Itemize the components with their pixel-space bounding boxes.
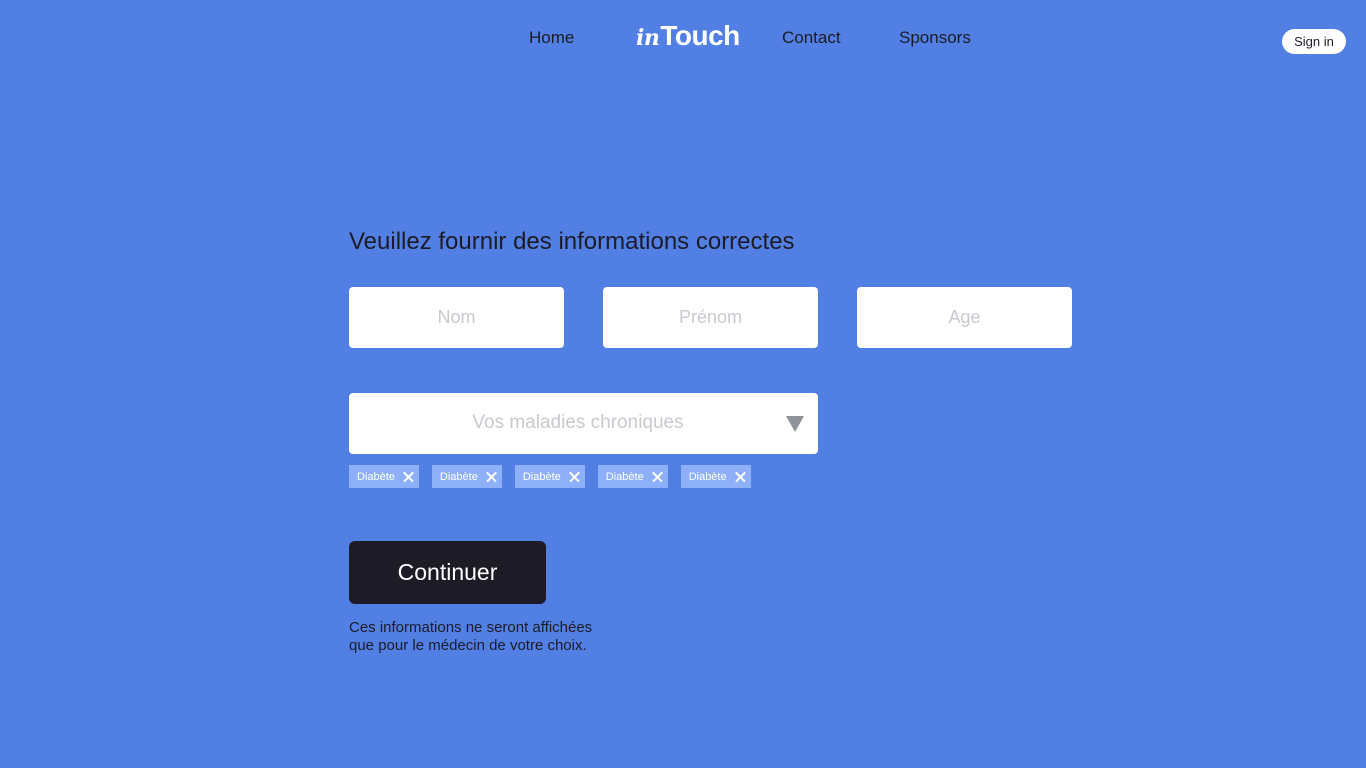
close-icon[interactable] xyxy=(403,471,414,482)
dropdown-arrow-icon[interactable] xyxy=(786,416,804,432)
close-icon[interactable] xyxy=(735,471,746,482)
top-navigation: Home inTouch Contact Sponsors Sign in xyxy=(0,0,1366,80)
nav-sponsors-link[interactable]: Sponsors xyxy=(899,28,971,48)
select-placeholder: Vos maladies chroniques xyxy=(472,412,684,433)
disease-tag-label: Diabète xyxy=(357,470,395,483)
disease-tag-label: Diabète xyxy=(522,470,561,483)
logo-main: Touch xyxy=(660,20,740,51)
disease-tag-label: Diabète xyxy=(605,470,644,483)
privacy-note-line-1: Ces informations ne seront affichées xyxy=(349,619,593,636)
nav-home-link[interactable]: Home xyxy=(529,28,574,48)
disease-tag: Diabète xyxy=(597,465,668,488)
continue-button[interactable]: Continuer xyxy=(349,541,546,604)
disease-tag: Diabète xyxy=(680,465,751,488)
close-icon[interactable] xyxy=(486,471,497,482)
nom-input[interactable] xyxy=(349,287,564,348)
form-title: Veuillez fournir des informations correc… xyxy=(349,228,795,255)
privacy-note-line-2: que pour le médecin de votre choix. xyxy=(349,637,587,654)
sign-in-button[interactable]: Sign in xyxy=(1282,29,1346,54)
disease-tag: Diabète xyxy=(514,465,585,488)
disease-tag: Diabète xyxy=(431,465,502,488)
disease-tag: Diabète xyxy=(349,465,419,488)
close-icon[interactable] xyxy=(652,471,663,482)
prenom-input[interactable] xyxy=(603,287,818,348)
logo-prefix: in xyxy=(636,25,660,51)
privacy-note: Ces informations ne seront affichées que… xyxy=(349,619,592,655)
disease-tag-list: Diabète Diabète Diabète Diabète Diabète xyxy=(349,465,751,488)
close-icon[interactable] xyxy=(569,471,580,482)
disease-tag-label: Diabète xyxy=(439,470,478,483)
intouch-logo[interactable]: inTouch xyxy=(636,20,740,52)
chronic-diseases-select[interactable]: Vos maladies chroniques xyxy=(349,393,818,454)
disease-tag-label: Diabète xyxy=(688,470,727,483)
nav-contact-link[interactable]: Contact xyxy=(782,28,841,48)
age-input[interactable] xyxy=(857,287,1072,348)
